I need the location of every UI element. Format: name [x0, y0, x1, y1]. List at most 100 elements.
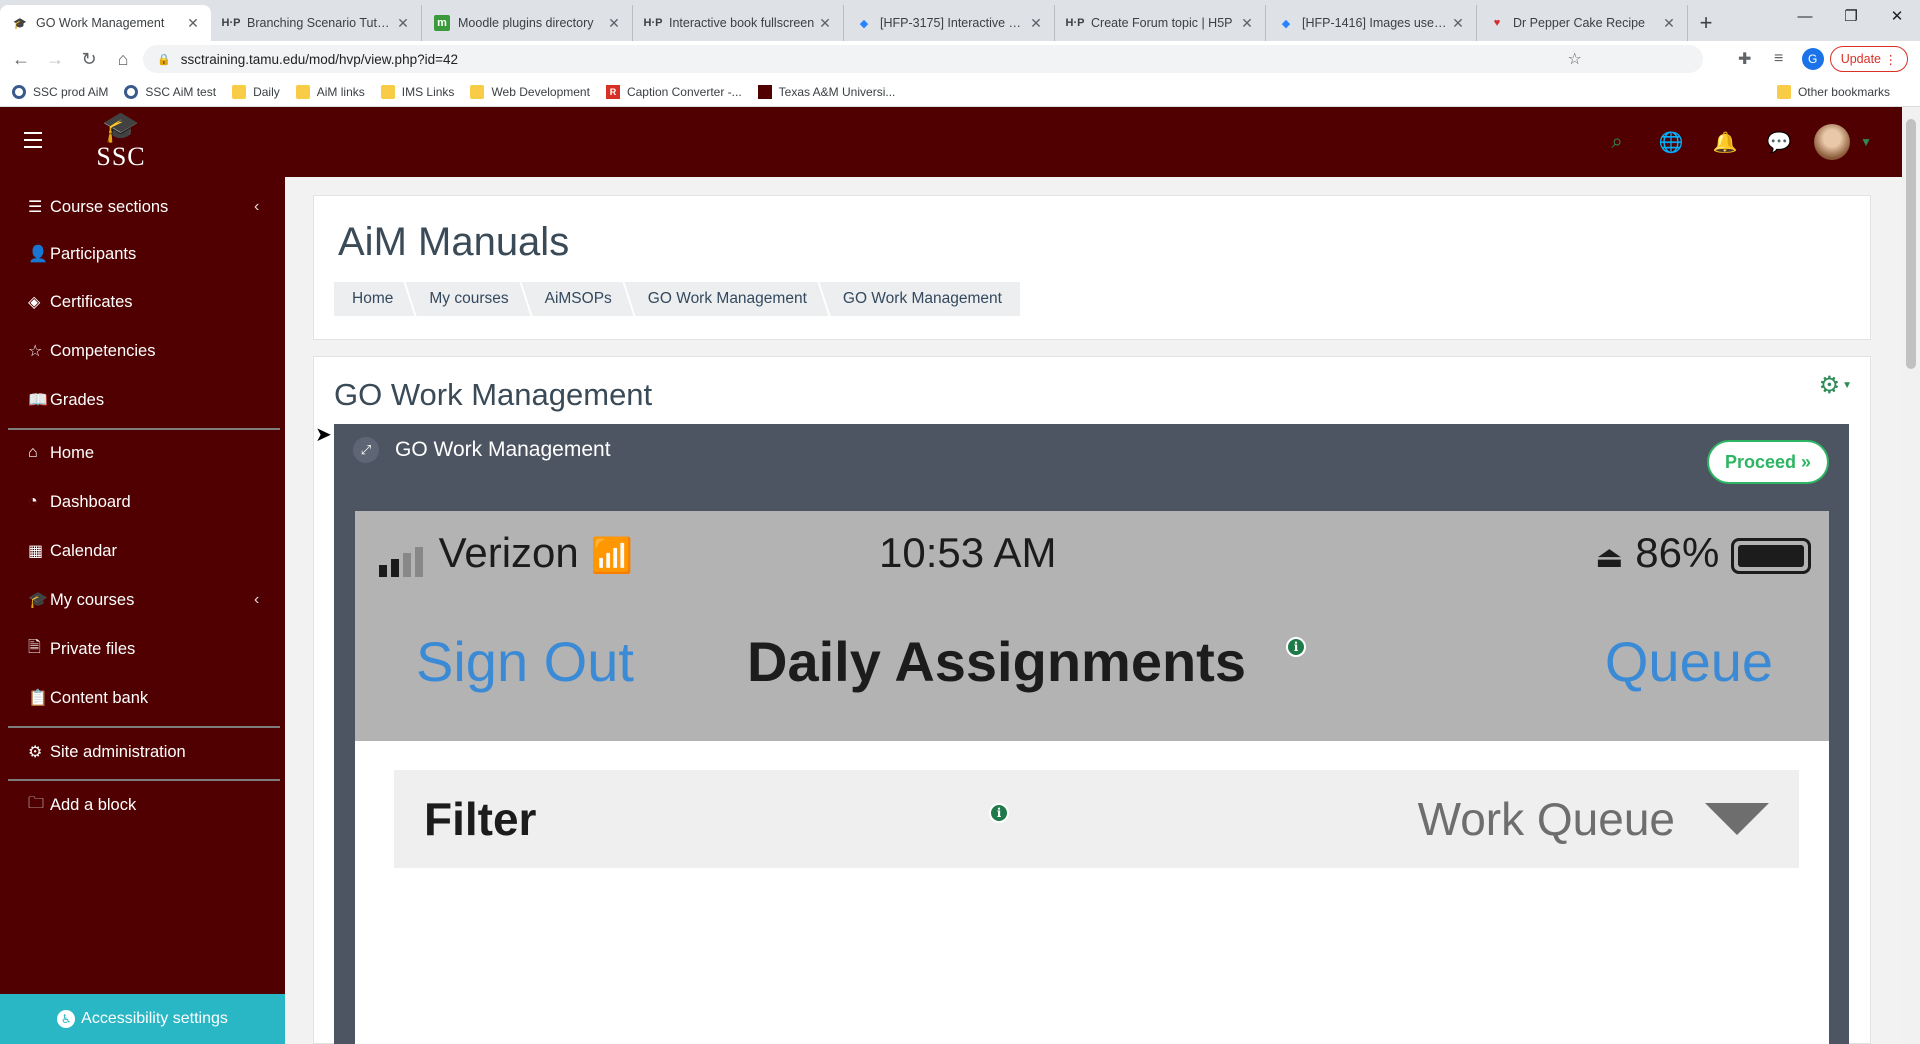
drawer-item-home[interactable]: ⌂ Home — [28, 439, 94, 467]
h5p-icon: H·P — [643, 17, 663, 29]
breadcrumb-item[interactable]: GO Work Management — [825, 282, 1020, 316]
browser-tab[interactable]: ♥ Dr Pepper Cake Recipe ✕ — [1477, 5, 1688, 41]
drawer-item-calendar[interactable]: ▦ Calendar — [28, 537, 117, 565]
page-scrollbar[interactable] — [1902, 107, 1920, 1044]
close-icon[interactable]: ✕ — [1661, 15, 1677, 32]
user-icon: 👤 — [28, 246, 48, 263]
bell-icon[interactable]: 🔔 — [1698, 123, 1752, 161]
back-icon[interactable]: ← — [4, 44, 38, 74]
proceed-button[interactable]: Proceed » — [1706, 440, 1829, 484]
activity-title: GO Work Management — [334, 377, 653, 412]
browser-tab[interactable]: H·P Branching Scenario Tutorial ✕ — [211, 5, 422, 41]
bookmark-item[interactable]: Texas A&M Universi... — [757, 84, 895, 99]
close-icon[interactable]: ✕ — [395, 15, 411, 32]
drawer-item-my-courses[interactable]: 🎓 My courses ‹ — [28, 586, 259, 614]
browser-tab[interactable]: m Moodle plugins directory ✕ — [422, 5, 633, 41]
phone-screenshot: Verizon 📶 10:53 AM ⏏ 86% Sign Out Daily … — [355, 511, 1829, 1044]
close-icon[interactable]: ✕ — [1450, 15, 1466, 32]
breadcrumb-item[interactable]: GO Work Management — [630, 282, 825, 316]
clipboard-icon: 📋 — [28, 690, 48, 707]
menu-toggle-icon[interactable] — [24, 132, 42, 153]
chevron-left-icon[interactable]: ‹ — [254, 198, 259, 216]
browser-tab[interactable]: H·P Create Forum topic | H5P ✕ — [1055, 5, 1266, 41]
calendar-icon: ▦ — [28, 543, 44, 560]
caption-converter-icon: R — [605, 84, 620, 99]
folder-icon: 🗀 — [28, 794, 45, 812]
drawer-item-label: Course sections — [50, 197, 169, 216]
bookmark-item[interactable]: Web Development — [470, 84, 590, 99]
chat-icon[interactable]: 💬 — [1752, 123, 1806, 161]
address-bar[interactable]: 🔒 ssctraining.tamu.edu/mod/hvp/view.php?… — [143, 45, 1703, 73]
h5p-icon: H·P — [1065, 17, 1085, 29]
caret-down-icon[interactable]: ▼ — [1860, 135, 1872, 149]
bookmark-item[interactable]: AiM links — [295, 84, 365, 99]
drawer-item-content-bank[interactable]: 📋 Content bank — [28, 684, 148, 712]
drawer-item-participants[interactable]: 👤 Participants — [28, 240, 136, 268]
drawer-item-label: Certificates — [50, 292, 133, 311]
drawer-item-label: Grades — [50, 390, 105, 409]
browser-tab[interactable]: ◆ [HFP-3175] Interactive Book ✕ — [844, 5, 1055, 41]
restore-button[interactable]: ❐ — [1828, 0, 1874, 32]
site-navbar: 🎓 SSC ⌕ 🌐 🔔 💬 ▼ — [0, 107, 1902, 177]
folder-icon — [1776, 85, 1791, 99]
close-icon[interactable]: ✕ — [185, 15, 201, 32]
chevron-left-icon[interactable]: ‹ — [254, 591, 259, 609]
reload-icon[interactable]: ↻ — [72, 44, 106, 74]
browser-tab[interactable]: ◆ [HFP-1416] Images uses 100 ✕ — [1266, 5, 1477, 41]
minimize-button[interactable]: — — [1782, 0, 1828, 32]
forward-icon[interactable]: → — [38, 44, 72, 74]
scrollbar-thumb[interactable] — [1906, 119, 1916, 369]
bookmark-item[interactable]: Daily — [232, 84, 280, 99]
bookmark-star-icon[interactable]: ☆ — [1558, 44, 1592, 74]
other-bookmarks-label: Other bookmarks — [1797, 85, 1890, 99]
drawer-item-course-sections[interactable]: ☰ Course sections ‹ — [28, 193, 259, 221]
browser-tab[interactable]: 🎓 GO Work Management ✕ — [0, 5, 211, 41]
drawer-item-private-files[interactable]: 🗎 Private files — [28, 635, 135, 663]
bookmark-item[interactable]: R Caption Converter -... — [605, 84, 742, 99]
profile-avatar[interactable]: G — [1801, 48, 1824, 70]
drawer-item-certificates[interactable]: ◈ Certificates — [28, 288, 133, 316]
bookmark-item[interactable]: SSC AiM test — [124, 84, 216, 99]
drawer-item-grades[interactable]: 📖 Grades — [28, 386, 104, 414]
drawer-item-dashboard[interactable]: ◔ Dashboard — [28, 488, 131, 516]
breadcrumb-item[interactable]: Home — [334, 282, 411, 316]
site-logo[interactable]: 🎓 SSC — [84, 111, 158, 173]
folder-icon — [232, 84, 247, 99]
drawer-item-competencies[interactable]: ☆ Competencies — [28, 337, 155, 365]
tab-title: Interactive book fullscreen — [669, 16, 815, 30]
update-button[interactable]: Update ⋮ — [1829, 46, 1908, 72]
activity-actions-menu[interactable]: ⚙ ▼ — [1819, 371, 1852, 400]
other-bookmarks[interactable]: Other bookmarks — [1776, 85, 1890, 99]
folder-icon — [380, 84, 395, 99]
extensions-icon[interactable]: ✚ — [1728, 44, 1762, 74]
drawer-item-add-block[interactable]: 🗀 Add a block — [28, 791, 136, 819]
close-icon[interactable]: ✕ — [817, 15, 833, 32]
graduation-cap-icon: 🎓 — [102, 111, 140, 144]
home-icon[interactable]: ⌂ — [106, 44, 140, 74]
globe-icon[interactable]: 🌐 — [1644, 123, 1698, 161]
info-hotspot-icon[interactable]: i — [989, 803, 1009, 823]
reading-list-icon[interactable]: ≡ — [1762, 44, 1796, 74]
browser-tab[interactable]: H·P Interactive book fullscreen ✕ — [633, 5, 844, 41]
breadcrumb-item[interactable]: My courses — [411, 282, 526, 316]
breadcrumb-item[interactable]: AiMSOPs — [527, 282, 630, 316]
file-icon: 🗎 — [28, 638, 41, 656]
bookmark-item[interactable]: IMS Links — [380, 84, 454, 99]
h5p-title: GO Work Management — [395, 438, 611, 461]
bookmark-item[interactable]: SSC prod AiM — [12, 84, 108, 99]
window-controls: — ❐ ✕ — [1782, 0, 1920, 32]
info-hotspot-icon[interactable]: i — [1286, 637, 1306, 657]
drawer-item-site-administration[interactable]: ⚙ Site administration — [28, 738, 186, 766]
fullscreen-icon[interactable]: ⤢ — [353, 437, 379, 463]
close-icon[interactable]: ✕ — [1239, 15, 1255, 32]
accessibility-settings-button[interactable]: ♿ Accessibility settings — [0, 994, 285, 1044]
close-window-button[interactable]: ✕ — [1874, 0, 1920, 32]
close-icon[interactable]: ✕ — [1028, 15, 1044, 32]
tab-title: Create Forum topic | H5P — [1091, 16, 1233, 30]
new-tab-button[interactable]: + — [1688, 5, 1724, 41]
tab-title: Dr Pepper Cake Recipe — [1513, 16, 1646, 30]
sign-out-link: Sign Out — [416, 630, 634, 693]
search-icon[interactable]: ⌕ — [1590, 123, 1644, 161]
close-icon[interactable]: ✕ — [606, 15, 622, 32]
user-avatar[interactable] — [1814, 124, 1851, 160]
